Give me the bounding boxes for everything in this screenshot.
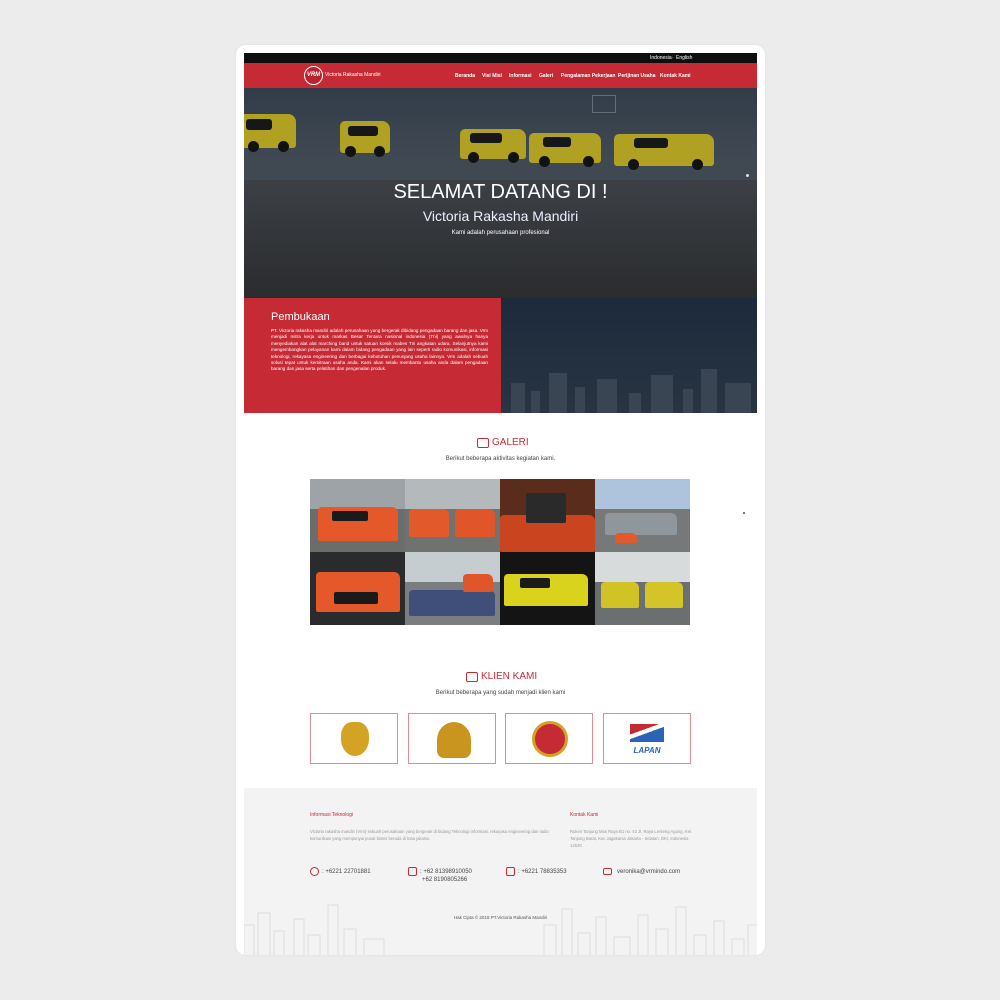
footer-fax: : +6221 78835353 bbox=[518, 869, 567, 875]
footer-copyright: Hak Cipta © 2018 PT.Victoria Rakasha Man… bbox=[453, 915, 548, 920]
client-logo-navy[interactable] bbox=[310, 713, 398, 764]
mobile-icon bbox=[408, 867, 417, 876]
gallery-subtitle: Berikut beberapa aktivitas kegiatan kami… bbox=[445, 456, 556, 462]
hero-subtitle: Victoria Rakasha Mandiri bbox=[422, 208, 579, 224]
intro-heading: Pembukaan bbox=[271, 311, 330, 323]
nav-item-visi-misi[interactable]: Visi Misi bbox=[482, 73, 502, 79]
hero-description: Kami adalah perusahaan profesional bbox=[451, 230, 550, 236]
phone-icon bbox=[310, 867, 319, 876]
gallery-photo[interactable] bbox=[405, 479, 500, 552]
nav-item-kontak-kami[interactable]: Kontak Kami bbox=[660, 73, 691, 79]
gallery-photo[interactable] bbox=[310, 552, 405, 625]
nav-item-pengalaman-pekerjaan[interactable]: Pengalaman Pekerjaan bbox=[561, 73, 615, 79]
footer-email[interactable]: veronika@vrmindo.com bbox=[617, 869, 680, 875]
footer-info-heading: Informasi Teknologi bbox=[310, 812, 353, 818]
footer: Informasi Teknologi Victoria rakasha man… bbox=[244, 788, 757, 955]
gallery-icon bbox=[477, 438, 489, 448]
client-logo-air-force[interactable] bbox=[408, 713, 496, 764]
vrm-logo-icon[interactable]: VRM bbox=[304, 66, 323, 85]
intro-body: PT. Victoria rakasha mandiri adalah peru… bbox=[271, 328, 488, 372]
footer-phone: : +6221 22701881 bbox=[322, 869, 371, 875]
logo-mark: VRM bbox=[306, 72, 321, 78]
air-force-emblem-icon bbox=[437, 722, 471, 758]
fax-icon bbox=[506, 867, 515, 876]
footer-address: Ruken Tanjung Mas Raya B1 no. 43 Jl. Ray… bbox=[570, 829, 693, 848]
email-icon bbox=[603, 868, 612, 875]
language-indonesia-link[interactable]: Indonesia bbox=[650, 55, 672, 61]
client-logo-ministry[interactable] bbox=[505, 713, 593, 764]
gallery-photo[interactable] bbox=[405, 552, 500, 625]
gallery-photo[interactable] bbox=[595, 552, 690, 625]
nav-item-perijinan-usaha[interactable]: Perijinan Usaha bbox=[618, 73, 656, 79]
lapan-logo-icon bbox=[630, 724, 664, 742]
language-english-link[interactable]: English bbox=[676, 55, 692, 61]
gallery-photo[interactable] bbox=[500, 479, 595, 552]
gallery-photo[interactable] bbox=[310, 479, 405, 552]
city-night-image bbox=[501, 298, 757, 413]
intro-panel: Pembukaan PT. Victoria rakasha mandiri a… bbox=[244, 298, 501, 413]
client-logo-lapan[interactable]: LAPAN bbox=[603, 713, 691, 764]
handshake-icon bbox=[466, 672, 478, 682]
navy-emblem-icon bbox=[341, 722, 369, 756]
gallery-title: GALERI bbox=[492, 437, 529, 448]
footer-mobile-1: : +62 81398910050 bbox=[420, 869, 472, 875]
gallery-carousel-indicator[interactable] bbox=[743, 512, 745, 514]
nav-item-informasi[interactable]: Informasi bbox=[509, 73, 532, 79]
language-bar: Indonesia - English bbox=[244, 53, 757, 63]
nav-item-galeri[interactable]: Galeri bbox=[539, 73, 553, 79]
language-separator: - bbox=[672, 55, 674, 61]
clients-subtitle: Berikut beberapa yang sudah menjadi klie… bbox=[435, 690, 566, 696]
hero-title: SELAMAT DATANG DI ! bbox=[393, 181, 608, 203]
website: Indonesia - English VRM Victoria Rakasha… bbox=[244, 53, 757, 955]
ministry-emblem-icon bbox=[532, 721, 568, 757]
footer-mobile-2: +62 8190805266 bbox=[422, 877, 468, 883]
clients-title: KLIEN KAMI bbox=[481, 671, 538, 682]
footer-contact-heading: Kontak Kami bbox=[570, 812, 599, 818]
lapan-logo-text: LAPAN bbox=[633, 746, 661, 755]
gallery-photo[interactable] bbox=[500, 552, 595, 625]
logo-text[interactable]: Victoria Rakasha Mandiri bbox=[325, 72, 381, 78]
main-navbar: VRM Victoria Rakasha Mandiri Beranda Vis… bbox=[244, 63, 757, 88]
hero-banner: SELAMAT DATANG DI ! Victoria Rakasha Man… bbox=[244, 88, 757, 298]
gallery-photo[interactable] bbox=[595, 479, 690, 552]
footer-info-text: Victoria rakasha mandiri (Vrm) sebuah pe… bbox=[310, 829, 549, 841]
carousel-indicator[interactable] bbox=[746, 174, 749, 177]
nav-item-beranda[interactable]: Beranda bbox=[455, 73, 475, 79]
footer-skyline-illustration bbox=[244, 904, 757, 955]
